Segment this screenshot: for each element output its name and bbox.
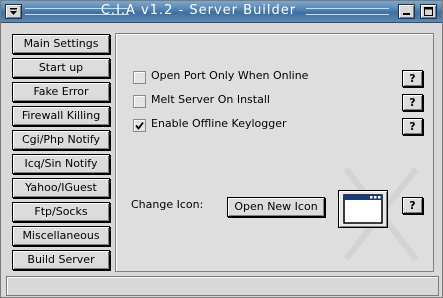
title-bar[interactable]: C.I.A v1.2 - Server Builder bbox=[1, 1, 442, 23]
nav-fake-error-button[interactable]: Fake Error bbox=[12, 82, 110, 102]
melt-server-label: Melt Server On Install bbox=[151, 93, 270, 106]
nav-cgi-php-notify-button[interactable]: Cgi/Php Notify bbox=[12, 130, 110, 150]
help-melt-server-button[interactable]: ? bbox=[402, 94, 423, 111]
help-change-icon-button[interactable]: ? bbox=[402, 197, 423, 214]
nav-yahoo-iguest-button[interactable]: Yahoo/IGuest bbox=[12, 178, 110, 198]
server-builder-window: C.I.A v1.2 - Server Builder Main Setting… bbox=[0, 0, 443, 298]
open-port-checkbox[interactable] bbox=[133, 71, 146, 84]
nav-start-up-button[interactable]: Start up bbox=[12, 58, 110, 78]
menu-arrow-icon[interactable] bbox=[5, 4, 22, 19]
maximize-icon[interactable] bbox=[420, 4, 437, 19]
nav-miscellaneous-button[interactable]: Miscellaneous bbox=[12, 226, 110, 246]
status-bar bbox=[6, 276, 439, 296]
open-port-label: Open Port Only When Online bbox=[151, 69, 309, 82]
checkmark-icon bbox=[135, 121, 144, 130]
nav-ftp-socks-button[interactable]: Ftp/Socks bbox=[12, 202, 110, 222]
nav-build-server-button[interactable]: Build Server bbox=[12, 250, 110, 270]
help-open-port-button[interactable]: ? bbox=[402, 70, 423, 87]
nav-firewall-killing-button[interactable]: Firewall Killing bbox=[12, 106, 110, 126]
nav-main-settings-button[interactable]: Main Settings bbox=[12, 34, 110, 54]
minimize-icon[interactable] bbox=[398, 4, 415, 19]
open-new-icon-button[interactable]: Open New Icon bbox=[227, 197, 325, 217]
melt-server-checkbox[interactable] bbox=[133, 95, 146, 108]
window-icon bbox=[338, 190, 388, 228]
change-icon-label: Change Icon: bbox=[131, 198, 204, 211]
offline-keylogger-label: Enable Offline Keylogger bbox=[151, 117, 287, 130]
nav-icq-sin-notify-button[interactable]: Icq/Sin Notify bbox=[12, 154, 110, 174]
title-stripe-right bbox=[306, 8, 389, 15]
offline-keylogger-checkbox[interactable] bbox=[133, 119, 146, 132]
help-offline-keylogger-button[interactable]: ? bbox=[402, 118, 423, 135]
